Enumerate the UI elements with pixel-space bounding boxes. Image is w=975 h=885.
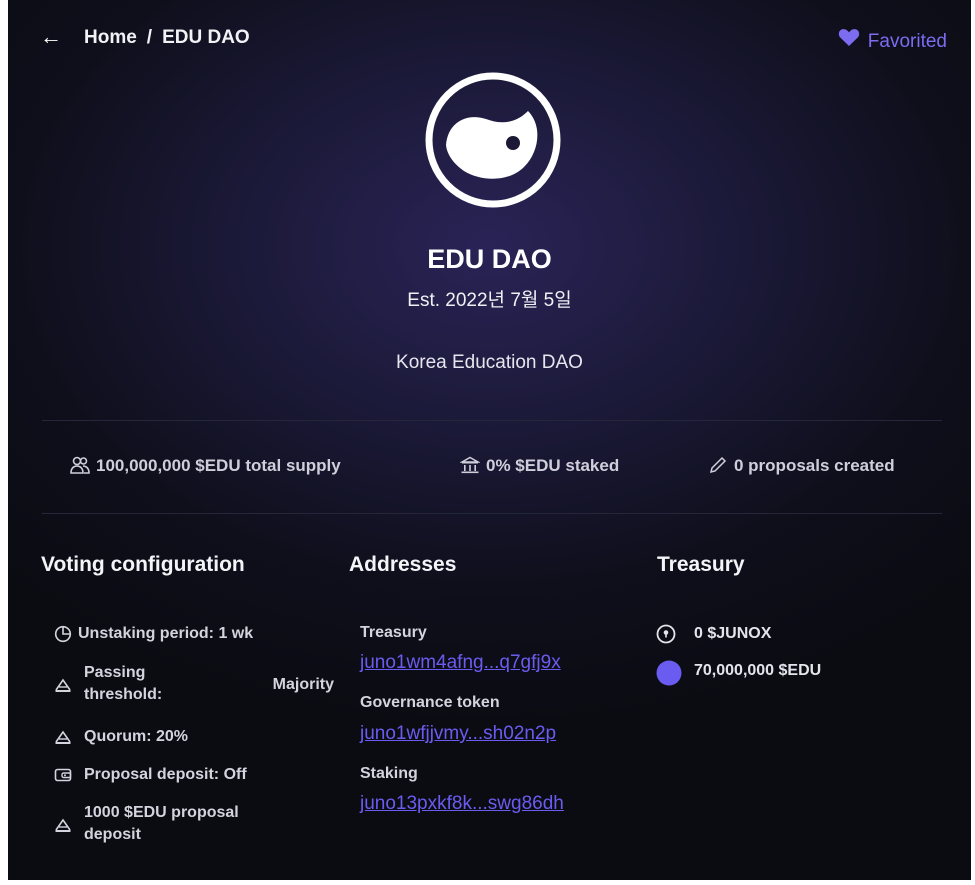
stats-row: 100,000,000 $EDU total supply 0% $EDU st… <box>8 456 971 480</box>
divider <box>42 513 942 514</box>
dao-name: EDU DAO <box>427 244 552 274</box>
deposit-amount: 1000 $EDU proposal deposit <box>54 802 294 846</box>
address-link-treasury[interactable]: juno1wm4afng...q7gfj9x <box>360 652 561 674</box>
treasury-item-edu: 70,000,000 $EDU <box>656 660 821 686</box>
breadcrumb-separator: / <box>146 27 153 48</box>
divider <box>42 420 942 421</box>
deposit-amount-text: 1000 $EDU proposal deposit <box>84 804 239 843</box>
voting-config-title: Voting configuration <box>41 553 245 576</box>
breadcrumb: Home / EDU DAO <box>84 26 250 50</box>
address-link-governance[interactable]: juno1wfjjvmy...sh02n2p <box>360 723 556 745</box>
favorite-button[interactable]: Favorited <box>838 28 947 54</box>
arrow-left-icon[interactable]: ← <box>40 26 62 48</box>
stat-total-supply: 100,000,000 $EDU total supply <box>70 456 341 476</box>
scale-icon <box>54 816 72 834</box>
address-label-treasury: Treasury <box>360 624 427 641</box>
stat-total-supply-text: 100,000,000 $EDU total supply <box>96 456 341 475</box>
bank-icon <box>459 456 481 474</box>
breadcrumb-current: EDU DAO <box>162 27 250 48</box>
unstaking-period: Unstaking period: 1 wk <box>54 623 253 645</box>
dao-page: ← Home / EDU DAO Favorited EDU DAO Est. 20… <box>8 0 971 880</box>
pie-clock-icon <box>54 625 72 643</box>
proposal-deposit-text: Proposal deposit: Off <box>84 766 247 783</box>
quorum-text: Quorum: 20% <box>84 728 189 745</box>
passing-threshold-label: Passing threshold: <box>84 664 163 703</box>
edu-token-icon <box>656 660 682 693</box>
addresses-title: Addresses <box>349 553 457 576</box>
scale-icon <box>54 728 72 746</box>
stat-staked-text: 0% $EDU staked <box>486 456 620 475</box>
address-label-governance: Governance token <box>360 694 500 711</box>
passing-threshold: Passing threshold: Majority <box>54 662 334 708</box>
pencil-icon <box>708 456 728 474</box>
stat-staked: 0% $EDU staked <box>459 456 620 476</box>
yin-yang-icon <box>424 71 562 209</box>
established-date: Est. 2022년 7월 5일 <box>407 290 572 311</box>
users-icon <box>70 456 90 474</box>
address-link-staking[interactable]: juno13pxkf8k...swg86dh <box>360 793 564 815</box>
favorite-label: Favorited <box>867 31 947 52</box>
junox-token-icon <box>656 624 676 651</box>
proposal-deposit: Proposal deposit: Off <box>54 764 247 786</box>
stat-proposals: 0 proposals created <box>708 456 895 476</box>
wallet-icon <box>54 766 72 784</box>
scale-icon <box>54 676 72 694</box>
treasury-title: Treasury <box>657 553 745 576</box>
stat-proposals-text: 0 proposals created <box>734 456 895 475</box>
unstaking-period-text: Unstaking period: 1 wk <box>78 625 254 642</box>
treasury-item-junox: 0 $JUNOX <box>656 623 771 645</box>
dao-description: Korea Education DAO <box>396 352 583 373</box>
address-label-staking: Staking <box>360 765 418 782</box>
top-bar: ← Home / EDU DAO Favorited <box>40 26 947 54</box>
heart-icon <box>838 28 860 54</box>
passing-threshold-value: Majority <box>272 676 334 693</box>
breadcrumb-home[interactable]: Home <box>84 27 137 48</box>
quorum: Quorum: 20% <box>54 726 188 748</box>
